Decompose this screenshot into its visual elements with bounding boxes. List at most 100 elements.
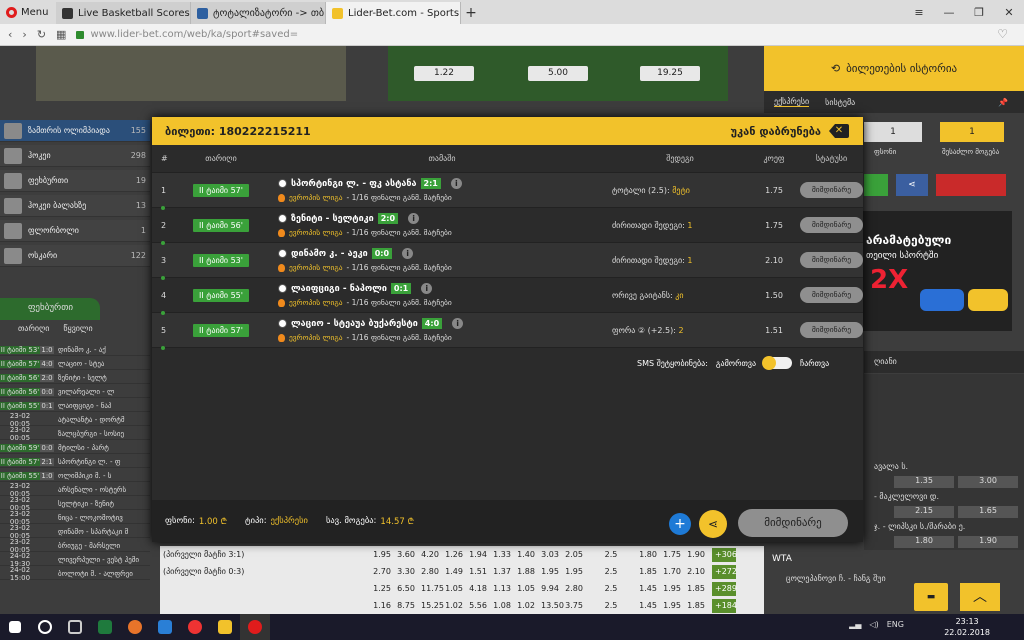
minimize-icon[interactable]: — [934,6,964,19]
odds-cell[interactable]: 8.75 [394,601,418,610]
opera-icon[interactable] [240,614,270,640]
sidebar-item-hockey[interactable]: ჰოკეი 298 [0,145,150,167]
odds-button[interactable]: 1.65 [958,506,1018,518]
list-item[interactable]: 23-02 00:05 არსენალი - ოსტერს [0,482,150,498]
share-icon[interactable]: ⋖ [896,174,928,196]
list-item[interactable]: 23-02 00:05 სელტიკი - ზენიტ [0,496,150,512]
search-icon[interactable] [30,614,60,640]
odds-button[interactable]: 1.90 [958,536,1018,548]
list-item[interactable]: II ტაიმი 56' 0:0 ვილარეალი - ლ [0,386,150,398]
file-explorer-icon[interactable] [210,614,240,640]
odds-cell[interactable]: 1.75 [660,550,684,559]
list-item[interactable]: 23-02 00:05 ნიცა - ლოკომოტივ [0,510,150,526]
list-item[interactable]: II ტაიმი 56' 2:0 ზენიტი - სელტ [0,372,150,384]
add-icon[interactable]: + [669,513,691,535]
odds-cell[interactable]: 6.50 [394,584,418,593]
close-icon[interactable]: ✕ [994,6,1024,19]
odds-cell[interactable]: 1.85 [684,584,708,593]
odds-cell[interactable]: 2.5 [586,601,636,610]
odds-cell[interactable]: 4.18 [466,584,490,593]
odds-cell[interactable]: 1.95 [370,550,394,559]
odds-cell[interactable]: 13.50 [538,601,564,610]
share-icon[interactable]: ⋖ [699,510,727,538]
more-markets-badge[interactable]: +306 [712,547,737,562]
odds-button[interactable]: 5.00 [528,66,588,81]
odds-cell[interactable]: 2.10 [684,567,708,576]
odds-cell[interactable]: 1.80 [636,550,660,559]
windows-start-icon[interactable] [0,614,30,640]
odds-cell[interactable]: 3.60 [394,550,418,559]
back-icon[interactable]: ‹ [8,28,12,41]
odds-cell[interactable]: 2.5 [586,567,636,576]
sidebar-item-field-hockey[interactable]: ჰოკეი ბალახზე 13 [0,195,150,217]
odds-button[interactable]: 1.22 [414,66,474,81]
odds-cell[interactable]: 1.95 [562,567,586,576]
restore-icon[interactable]: ❐ [964,6,994,19]
odds-button[interactable]: 19.25 [640,66,700,81]
odds-cell[interactable]: 1.45 [636,584,660,593]
odds-cell[interactable]: 2.80 [562,584,586,593]
sidebar-item-oscar[interactable]: ოსკარი 122 [0,245,150,267]
odds-cell[interactable]: 1.95 [660,584,684,593]
pin-icon[interactable]: 📌 [998,98,1008,107]
edge-icon[interactable] [150,614,180,640]
odds-cell[interactable]: 1.05 [514,584,538,593]
status-button[interactable]: მიმდინარე [738,509,848,537]
list-item[interactable]: II ტაიმი 55' 1:0 ოლიმპიკი მ. - ს [0,470,150,482]
odds-cell[interactable]: 1.13 [490,584,514,593]
odds-cell[interactable]: 1.02 [442,601,466,610]
odds-cell[interactable]: 9.94 [538,584,562,593]
odds-button[interactable]: 1.80 [894,536,954,548]
scroll-top-icon[interactable]: ︿ [960,583,1000,611]
ticket-history-button[interactable]: ⟲ ბილეთების ისტორია [764,46,1024,91]
stake-box[interactable]: 1 [864,122,922,142]
list-item[interactable]: 24-02 19:30 ლივერპული - ვესტ ჰემი [0,552,150,568]
odds-cell[interactable]: 1.02 [514,601,538,610]
tab-system[interactable]: სისტემა [825,98,855,107]
more-markets-badge[interactable]: +289 [712,581,737,596]
info-icon[interactable]: i [421,283,433,294]
info-icon[interactable]: i [408,213,420,224]
odds-cell[interactable]: 1.40 [514,550,538,559]
task-view-icon[interactable] [60,614,90,640]
url-field[interactable]: www.lider-bet.com/web/ka/sport#saved= [76,27,976,43]
tab-liderbet[interactable]: Lider-Bet.com - Sports and ✕ [326,2,461,24]
reload-icon[interactable]: ↻ [37,28,46,41]
odds-cell[interactable]: 1.90 [684,550,708,559]
odds-cell[interactable]: 1.26 [442,550,466,559]
odds-cell[interactable]: 1.25 [370,584,394,593]
more-markets-badge[interactable]: +184 [712,598,737,613]
menu-lines-icon[interactable]: ≡ [904,6,934,19]
odds-cell[interactable]: 2.5 [586,584,636,593]
tab-tennis[interactable]: ღიანი [864,351,1024,373]
network-icon[interactable]: ▂▄ [849,620,861,629]
sidebar-item-football[interactable]: ფეხბურთი 19 [0,170,150,192]
chat-icon[interactable]: ▬ [914,583,948,611]
sms-toggle-switch[interactable] [762,356,793,370]
odds-cell[interactable]: 1.95 [660,601,684,610]
list-item[interactable]: 23-02 00:05 დინამო - სპარტაკი მ [0,524,150,540]
new-tab-button[interactable]: + [461,2,481,24]
opera-menu-button[interactable]: Menu [0,0,56,24]
list-item[interactable]: 23-02 00:05 ზალცბურგი - სოსიე [0,426,150,442]
odds-cell[interactable]: 5.56 [466,601,490,610]
odds-cell[interactable]: 3.03 [538,550,562,559]
clock[interactable]: 23:13 22.02.2018 [944,616,990,638]
odds-cell[interactable]: 1.85 [684,601,708,610]
list-item[interactable]: 24-02 15:00 ბოლოტი მ. - ალფრეი [0,566,150,582]
odds-cell[interactable]: 1.08 [490,601,514,610]
firefox-icon[interactable] [120,614,150,640]
odds-cell[interactable]: 1.16 [370,601,394,610]
odds-cell[interactable]: 1.94 [466,550,490,559]
odds-cell[interactable]: 1.33 [490,550,514,559]
sidebar-item-olympics[interactable]: ზამთრის ოლიმპიადა 155 [0,120,150,142]
list-item[interactable]: II ტაიმი 59' 0:0 მტილსი - პარტ [0,442,150,454]
odds-cell[interactable]: 2.05 [562,550,586,559]
tab-basketball[interactable]: Live Basketball Scores - NB ✕ [56,2,191,24]
forward-icon[interactable]: › [22,28,26,41]
list-item[interactable]: 23-02 00:05 ატალანტა - დორტმ [0,412,150,428]
list-item[interactable]: II ტაიმი 57' 4:0 ლაციო - სტეა [0,358,150,370]
odds-cell[interactable]: 2.70 [370,567,394,576]
tab-express[interactable]: ექსპრესი [774,97,810,107]
bet-button[interactable] [864,174,888,196]
